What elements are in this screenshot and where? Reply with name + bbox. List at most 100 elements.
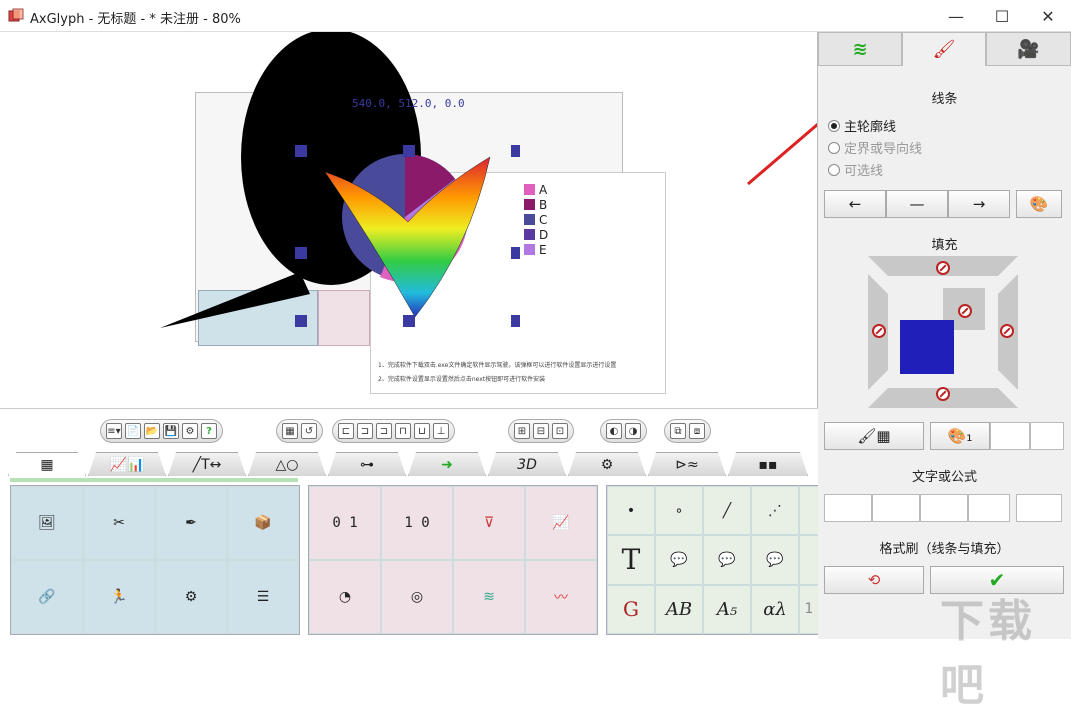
radio-guide-line[interactable]: 定界或导向线	[828, 138, 922, 157]
tab-more[interactable]: ▪▪	[728, 452, 808, 476]
callout-round-icon[interactable]: 💬	[703, 535, 751, 585]
tab-lines-text[interactable]: ╱T↔	[168, 452, 246, 476]
save-icon[interactable]: 💾	[163, 423, 179, 439]
help-icon[interactable]: ?	[201, 423, 217, 439]
italic-ab-icon[interactable]: AB	[655, 584, 703, 634]
radio-label: 主轮廓线	[844, 120, 897, 135]
head-gear-icon[interactable]: ⚙	[155, 560, 227, 634]
tab-arrows[interactable]: ➜	[408, 452, 486, 476]
callout-rect-icon[interactable]: 💬	[655, 535, 703, 585]
selection-handle[interactable]	[295, 247, 307, 259]
callout-oval-icon[interactable]: 💬	[751, 535, 799, 585]
tab-3d[interactable]: 3D	[488, 452, 566, 476]
text-tool-icon[interactable]: T	[607, 535, 655, 585]
fill-palette-button[interactable]: 🎨₁	[930, 422, 990, 450]
text-slot[interactable]	[920, 494, 968, 522]
tab-charts[interactable]: 📈📊	[88, 452, 166, 476]
align-top-icon[interactable]: ⊓	[395, 423, 411, 439]
menu-icon[interactable]: ≡▾	[106, 423, 122, 439]
align-middle-icon[interactable]: ⊔	[414, 423, 430, 439]
fill-slot[interactable]	[1030, 422, 1064, 450]
flip-vertical-icon[interactable]: ◑	[625, 423, 641, 439]
no-fill-top-icon[interactable]	[936, 261, 950, 275]
new-file-icon[interactable]: 📄	[125, 423, 141, 439]
function-plot-icon[interactable]: ⊽	[453, 486, 525, 560]
list-layout-icon[interactable]: ☰	[227, 560, 299, 634]
insert-image-icon[interactable]: 🖼	[11, 486, 83, 560]
text-slot[interactable]	[1016, 494, 1062, 522]
maximize-button[interactable]: ☐	[979, 0, 1025, 32]
color-bar-icon[interactable]: 1 0	[381, 486, 453, 560]
align-bottom-icon[interactable]: ⊥	[433, 423, 449, 439]
arrow-end-button[interactable]: →	[948, 190, 1010, 218]
no-fill-left-icon[interactable]	[872, 324, 886, 338]
refresh-icon[interactable]: ↺	[301, 423, 317, 439]
spiral-curve-icon[interactable]: 〰	[525, 560, 597, 634]
radio-optional-line[interactable]: 可选线	[828, 160, 883, 179]
no-fill-inner-icon[interactable]	[958, 304, 972, 318]
object-box-icon[interactable]: 📦	[227, 486, 299, 560]
line-dashed-icon[interactable]: ⋰	[751, 486, 799, 536]
subscript-icon[interactable]: A₅	[703, 584, 751, 634]
same-height-icon[interactable]: ⊟	[533, 423, 549, 439]
align-center-icon[interactable]: ⊐	[357, 423, 373, 439]
pen-tool-icon[interactable]: ✒	[155, 486, 227, 560]
tab-animation[interactable]: 🎥	[986, 32, 1071, 66]
line-color-palette-button[interactable]: 🎨	[1016, 190, 1062, 218]
same-width-icon[interactable]: ⊞	[514, 423, 530, 439]
same-size-icon[interactable]: ⊡	[552, 423, 568, 439]
open-folder-icon[interactable]: 📂	[144, 423, 160, 439]
tab-style[interactable]: 🖌	[902, 32, 986, 66]
tab-connectors[interactable]: ⊶	[328, 452, 406, 476]
running-figure-icon[interactable]: 🏃	[83, 560, 155, 634]
send-back-icon[interactable]: ⧈	[689, 423, 705, 439]
minimize-button[interactable]: —	[933, 0, 979, 32]
selection-handle[interactable]	[403, 315, 415, 327]
align-left-icon[interactable]: ⊏	[338, 423, 354, 439]
no-fill-right-icon[interactable]	[1000, 324, 1014, 338]
selection-handle[interactable]	[511, 247, 520, 259]
surface-plot-3d[interactable]	[290, 127, 520, 327]
selection-handle[interactable]	[295, 315, 307, 327]
line-style-button[interactable]: —	[886, 190, 948, 218]
tab-shapes[interactable]: △○	[248, 452, 326, 476]
polar-chart-icon[interactable]: ◎	[381, 560, 453, 634]
radio-main-outline[interactable]: 主轮廓线	[828, 116, 896, 135]
tab-layers[interactable]: ≋	[818, 32, 902, 66]
flip-horizontal-icon[interactable]: ◐	[606, 423, 622, 439]
text-slot[interactable]	[968, 494, 1010, 522]
selection-handle[interactable]	[511, 145, 520, 157]
no-fill-bottom-icon[interactable]	[936, 387, 950, 401]
line-chart-icon[interactable]: 📈	[525, 486, 597, 560]
surface-3d-icon[interactable]: ≋	[453, 560, 525, 634]
fill-frame[interactable]	[868, 256, 1018, 408]
crop-scissors-icon[interactable]: ✂	[83, 486, 155, 560]
tab-image-tools[interactable]: ▦	[8, 452, 86, 476]
fill-color-swatch[interactable]	[900, 320, 954, 374]
grid-icon[interactable]: ▦	[282, 423, 298, 439]
tab-electrical[interactable]: ⊳≈	[648, 452, 726, 476]
greek-letters-icon[interactable]: αλ	[751, 584, 799, 634]
tab-mechanical[interactable]: ⚙	[568, 452, 646, 476]
text-slot[interactable]	[872, 494, 920, 522]
selection-handle[interactable]	[295, 145, 307, 157]
format-reset-button[interactable]: ⟲	[824, 566, 924, 594]
fill-slot[interactable]	[990, 422, 1030, 450]
bring-front-icon[interactable]: ⧉	[670, 423, 686, 439]
framed-g-icon[interactable]: G	[607, 584, 655, 634]
selection-handle[interactable]	[511, 315, 520, 327]
text-slot[interactable]	[824, 494, 872, 522]
selection-handle[interactable]	[403, 145, 415, 157]
settings-icon[interactable]: ⚙	[182, 423, 198, 439]
line-solid-icon[interactable]: ╱	[703, 486, 751, 536]
drawing-canvas[interactable]: 1、完成软件下载双击.exe文件确定软件显示驾驶。该弹框可以进行软件设置显示进行…	[0, 32, 818, 408]
arrow-start-button[interactable]: ←	[824, 190, 886, 218]
link-icon[interactable]: 🔗	[11, 560, 83, 634]
close-button[interactable]: ✕	[1025, 0, 1071, 32]
dot-small-icon[interactable]: ∘	[655, 486, 703, 536]
pie-chart-icon[interactable]: ◔	[309, 560, 381, 634]
align-right-icon[interactable]: ⊐	[376, 423, 392, 439]
number-axis-icon[interactable]: 0 1	[309, 486, 381, 560]
dot-large-icon[interactable]: •	[607, 486, 655, 536]
brush-grid-button[interactable]: 🖌▦	[824, 422, 924, 450]
